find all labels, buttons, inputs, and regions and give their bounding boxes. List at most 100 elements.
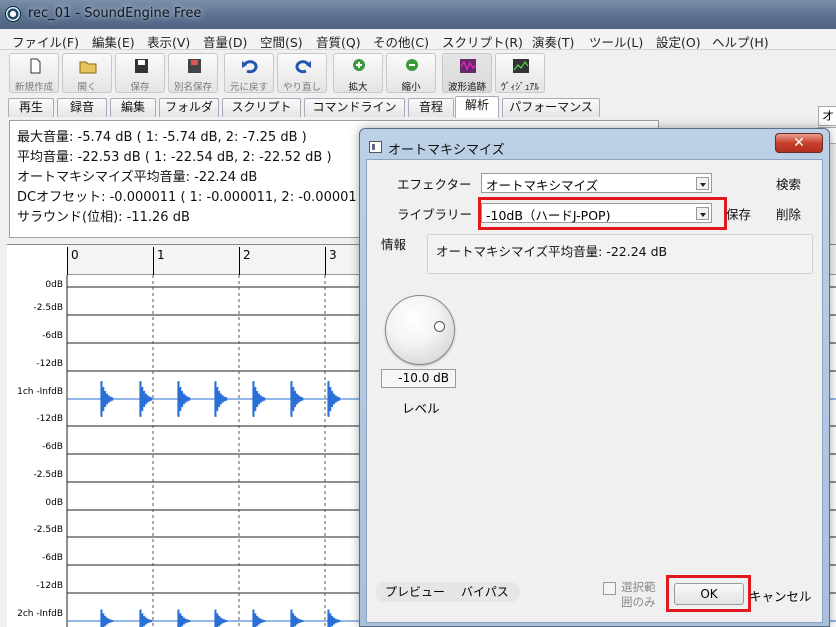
- effector-select[interactable]: オートマキシマイズ: [481, 173, 712, 193]
- zoom-in-icon: [353, 59, 365, 71]
- automaximize-dialog: オートマキシマイズ ✕ エフェクター オートマキシマイズ 検索 ライブラリー -…: [359, 128, 830, 627]
- avg-volume-text: 平均音量: -22.53 dB ( 1: -22.54 dB, 2: -22.5…: [17, 150, 332, 165]
- menu-tools[interactable]: ツール(L): [589, 32, 643, 51]
- menu-volume[interactable]: 音量(D): [203, 32, 247, 51]
- wave-burst: [214, 609, 228, 627]
- tab-playback[interactable]: 再生: [8, 98, 54, 117]
- zoom-out-icon: [406, 59, 418, 71]
- effector-value: オートマキシマイズ: [486, 178, 599, 193]
- floppy-icon: [135, 59, 148, 73]
- menu-help[interactable]: ヘルプ(H): [712, 32, 769, 51]
- app-logo-icon: [5, 6, 21, 22]
- knob-indicator: [434, 321, 445, 332]
- redo-icon: [295, 60, 311, 74]
- selection-only-label: 選択範囲のみ: [621, 580, 656, 609]
- menu-other[interactable]: その他(C): [373, 32, 429, 51]
- tab-edit[interactable]: 編集: [110, 98, 156, 117]
- wave-follow-button[interactable]: 波形追跡: [442, 53, 492, 93]
- save-button[interactable]: 保存: [115, 53, 165, 93]
- tab-record[interactable]: 録音: [57, 98, 107, 117]
- level-value-field[interactable]: -10.0 dB: [381, 369, 456, 388]
- wave-burst: [139, 609, 153, 627]
- preview-bypass-group: プレビュー バイパス: [375, 582, 520, 602]
- tab-folder[interactable]: フォルダ: [159, 98, 219, 117]
- dc-offset-text: DCオフセット: -0.000011 ( 1: -0.000011, 2: -0…: [17, 190, 357, 205]
- bypass-button[interactable]: バイパス: [461, 582, 509, 602]
- menu-edit[interactable]: 編集(E): [92, 32, 135, 51]
- tab-script[interactable]: スクリプト: [222, 98, 301, 117]
- menu-space[interactable]: 空間(S): [260, 32, 303, 51]
- save-as-button[interactable]: 別名保存: [168, 53, 218, 93]
- ruler-tick: [325, 247, 326, 275]
- ok-highlight-box: [666, 575, 751, 612]
- main-window: rec_01 - SoundEngine Free ファイル(F) 編集(E) …: [0, 0, 836, 627]
- menu-file[interactable]: ファイル(F): [12, 32, 79, 51]
- close-button[interactable]: ✕: [775, 133, 823, 153]
- ruler-label: 2: [243, 248, 251, 262]
- redo-button[interactable]: やり直し: [277, 53, 327, 93]
- level-knob[interactable]: [385, 295, 455, 365]
- dialog-window-icon: [369, 141, 382, 153]
- zoom-out-button[interactable]: 縮小: [386, 53, 436, 93]
- ruler-label: 0: [71, 248, 79, 262]
- menu-bar: ファイル(F) 編集(E) 表示(V) 音量(D) 空間(S) 音質(Q) その…: [0, 29, 836, 50]
- dialog-body: エフェクター オートマキシマイズ 検索 ライブラリー -10dB（ハードJ-PO…: [366, 159, 823, 623]
- menu-settings[interactable]: 設定(O): [656, 32, 701, 51]
- visual-button[interactable]: ｳﾞｨｼﾞｭｱﾙ: [495, 53, 545, 93]
- undo-icon: [242, 60, 258, 74]
- menu-view[interactable]: 表示(V): [147, 32, 190, 51]
- wave-burst: [327, 609, 341, 627]
- toolbar: 新規作成 開く 保存 別名保存 元に戻す やり直し 拡大 縮小 波形追跡 ｳﾞｨ…: [0, 50, 836, 144]
- info-box: オートマキシマイズ平均音量: -22.24 dB: [427, 234, 813, 274]
- wave-burst: [214, 381, 228, 417]
- wave-burst: [177, 609, 191, 627]
- cancel-button[interactable]: キャンセル: [749, 586, 812, 605]
- info-text: オートマキシマイズ平均音量: -22.24 dB: [436, 244, 668, 259]
- chevron-down-icon: [696, 177, 709, 190]
- new-button[interactable]: 新規作成: [9, 53, 59, 93]
- menu-play[interactable]: 演奏(T): [532, 32, 574, 51]
- ruler-tick: [67, 247, 68, 275]
- wave-burst: [290, 609, 304, 627]
- wave-burst: [252, 381, 266, 417]
- wave-burst: [252, 609, 266, 627]
- max-volume-text: 最大音量: -5.74 dB ( 1: -5.74 dB, 2: -7.25 d…: [17, 130, 307, 145]
- tab-pitch[interactable]: 音程: [408, 98, 454, 117]
- wave-burst: [100, 381, 114, 417]
- info-label: 情報: [381, 237, 407, 252]
- floppy-icon: [188, 59, 201, 73]
- dialog-title: オートマキシマイズ: [388, 143, 505, 158]
- menu-script[interactable]: スクリプト(R): [442, 32, 523, 51]
- ruler-label: 3: [329, 248, 337, 262]
- title-bar: rec_01 - SoundEngine Free: [0, 0, 836, 29]
- zoom-in-button[interactable]: 拡大: [333, 53, 383, 93]
- surround-text: サラウンド(位相): -11.26 dB: [17, 210, 190, 225]
- window-title: rec_01 - SoundEngine Free: [28, 6, 202, 21]
- preview-button[interactable]: プレビュー: [385, 582, 445, 602]
- new-file-icon: [30, 58, 41, 74]
- tab-analysis[interactable]: 解析: [455, 96, 499, 118]
- ruler-tick: [153, 247, 154, 275]
- library-highlight-box: [478, 197, 727, 230]
- effector-label: エフェクター: [397, 177, 472, 192]
- ruler-label: 1: [157, 248, 165, 262]
- search-button[interactable]: 検索: [776, 174, 801, 193]
- open-button[interactable]: 開く: [62, 53, 112, 93]
- save-preset-button[interactable]: 保存: [726, 204, 751, 223]
- wave-burst: [290, 381, 304, 417]
- folder-icon: [79, 61, 97, 74]
- automax-avg-text: オートマキシマイズ平均音量: -22.24 dB: [17, 170, 258, 185]
- menu-quality[interactable]: 音質(Q): [316, 32, 361, 51]
- tab-commandline[interactable]: コマンドライン: [304, 98, 405, 117]
- ruler-tick: [239, 247, 240, 275]
- wave-burst: [327, 381, 341, 417]
- wave-burst: [177, 381, 191, 417]
- visual-icon: [513, 59, 529, 73]
- selection-only-checkbox[interactable]: [603, 582, 616, 595]
- tab-performance[interactable]: パフォーマンス: [502, 98, 600, 117]
- undo-button[interactable]: 元に戻す: [224, 53, 274, 93]
- wave-burst: [139, 381, 153, 417]
- level-label: レベル: [402, 401, 440, 416]
- library-label: ライブラリー: [397, 207, 473, 222]
- delete-preset-button[interactable]: 削除: [776, 204, 801, 223]
